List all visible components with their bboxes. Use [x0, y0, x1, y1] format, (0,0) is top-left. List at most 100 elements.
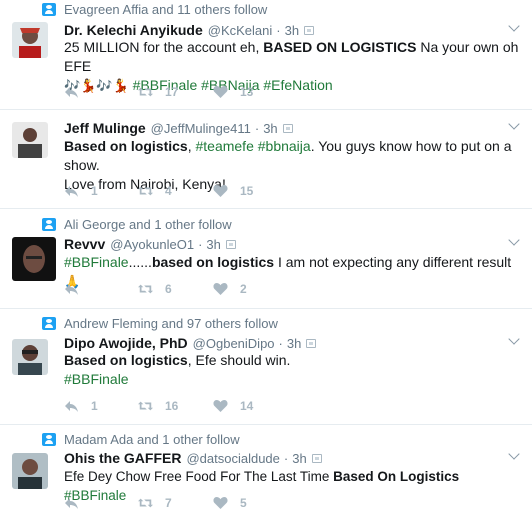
tweet-text-part: 25 MILLION for the account eh, [64, 39, 264, 55]
separator-dot: · [276, 22, 281, 38]
media-icon [311, 453, 322, 463]
tweet-time[interactable]: 3h [287, 336, 301, 351]
tweet[interactable]: Jeff Mulinge @JeffMulinge411 · 3h Based … [0, 110, 532, 209]
avatar-image [12, 122, 48, 158]
user-fullname[interactable]: Revvv [64, 236, 105, 252]
like-count: 5 [240, 496, 247, 510]
tweet-actions: 1 16 14 [64, 398, 283, 414]
avatar[interactable] [12, 339, 48, 375]
retweet-button[interactable]: 16 [138, 399, 213, 413]
user-handle[interactable]: @JeffMulinge411 [151, 121, 251, 136]
user-fullname[interactable]: Ohis the GAFFER [64, 450, 181, 466]
tweet-header: Dr. Kelechi Anyikude @KcKelani · 3h [64, 22, 315, 38]
like-button[interactable]: 14 [213, 399, 283, 413]
tweet-actions: 1 4 15 [64, 183, 283, 199]
tweet-text-part: ...... [128, 254, 152, 270]
retweet-count: 17 [165, 85, 179, 99]
separator-dot: · [278, 335, 283, 351]
retweet-count: 6 [165, 282, 172, 296]
user-handle[interactable]: @OgbeniDipo [193, 336, 275, 351]
tweet-time[interactable]: 3h [263, 121, 277, 136]
tweet[interactable]: Evagreen Affia and 11 others follow Dr. … [0, 0, 532, 110]
tweet-text-part: I am not expecting any different result [274, 254, 512, 270]
media-icon [304, 25, 315, 35]
social-context: Evagreen Affia and 11 others follow [42, 1, 267, 17]
tweet[interactable]: Andrew Fleming and 97 others follow Dipo… [0, 309, 532, 425]
retweet-button[interactable]: 4 [138, 184, 213, 198]
reply-button[interactable] [64, 85, 138, 99]
reply-icon [65, 186, 78, 197]
tweet-text-bold: BASED ON LOGISTICS [263, 39, 417, 55]
social-context-text[interactable]: Evagreen Affia and 11 others follow [64, 2, 267, 17]
avatar[interactable] [12, 122, 48, 158]
reply-button[interactable] [64, 282, 138, 296]
reply-button[interactable] [64, 496, 138, 510]
chevron-down-icon[interactable] [508, 234, 520, 246]
tweet-header: Dipo Awojide, PhD @OgbeniDipo · 3h [64, 335, 317, 351]
social-context-text[interactable]: Andrew Fleming and 97 others follow [64, 316, 278, 331]
user-fullname[interactable]: Dipo Awojide, PhD [64, 335, 188, 351]
heart-icon [213, 86, 228, 98]
reply-count: 1 [91, 184, 98, 198]
user-fullname[interactable]: Jeff Mulinge [64, 120, 146, 136]
tweet-text-part: , Efe should win. [187, 352, 291, 368]
like-button[interactable]: 2 [213, 282, 283, 296]
heart-icon [213, 497, 228, 509]
chevron-down-icon[interactable] [508, 118, 520, 130]
tweet-actions: 7 5 [64, 495, 283, 511]
hashtag-link[interactable]: #teamefe [195, 138, 253, 154]
tweet-time[interactable]: 3h [285, 23, 299, 38]
like-button[interactable]: 13 [213, 85, 283, 99]
user-handle[interactable]: @datsocialdude [186, 451, 279, 466]
hashtag-link[interactable]: #bbnaija [258, 138, 311, 154]
chevron-down-icon[interactable] [508, 333, 520, 345]
retweet-icon [138, 87, 153, 97]
avatar[interactable] [12, 22, 48, 58]
tweet[interactable]: Madam Ada and 1 other follow Ohis the GA… [0, 425, 532, 514]
user-handle[interactable]: @AyokunleO1 [110, 237, 194, 252]
user-handle[interactable]: @KcKelani [208, 23, 273, 38]
user-fullname[interactable]: Dr. Kelechi Anyikude [64, 22, 203, 38]
like-button[interactable]: 15 [213, 184, 283, 198]
tweet-text-bold: Based on logistics [64, 352, 188, 368]
follow-icon [42, 2, 56, 16]
separator-dot: · [283, 450, 289, 466]
like-count: 13 [240, 85, 254, 99]
avatar-image [12, 237, 56, 281]
tweet-header: Jeff Mulinge @JeffMulinge411 · 3h [64, 120, 293, 136]
heart-icon [213, 283, 228, 295]
retweet-button[interactable]: 6 [138, 282, 213, 296]
reply-button[interactable]: 1 [64, 399, 138, 413]
retweet-button[interactable]: 17 [138, 85, 213, 99]
hashtag-link[interactable]: #BBFinale [64, 254, 129, 270]
avatar[interactable] [12, 453, 48, 489]
tweet-header: Ohis the GAFFER @datsocialdude · 3h [64, 450, 322, 466]
heart-icon [213, 185, 228, 197]
tweet-header: Revvv @AyokunleO1 · 3h [64, 236, 236, 252]
avatar-image [12, 453, 48, 489]
social-context: Ali George and 1 other follow [42, 216, 232, 232]
chevron-down-icon[interactable] [508, 448, 520, 460]
tweet-text-bold: based on logistics [151, 254, 275, 270]
reply-button[interactable]: 1 [64, 184, 138, 198]
social-context-text[interactable]: Ali George and 1 other follow [64, 217, 232, 232]
tweet[interactable]: Ali George and 1 other follow Revvv @Ayo… [0, 209, 532, 309]
retweet-icon [138, 401, 153, 411]
tweet-text: Based on logistics, Efe should win. #BBF… [64, 351, 522, 389]
retweet-icon [138, 498, 153, 508]
social-context-text[interactable]: Madam Ada and 1 other follow [64, 432, 240, 447]
avatar-image [12, 22, 48, 58]
social-context: Madam Ada and 1 other follow [42, 431, 240, 447]
tweet-time[interactable]: 3h [206, 237, 220, 252]
tweet-time[interactable]: 3h [292, 451, 306, 466]
retweet-count: 16 [165, 399, 179, 413]
avatar[interactable] [12, 237, 56, 281]
hashtag-link[interactable]: #BBFinale [64, 371, 129, 387]
retweet-icon [138, 186, 153, 196]
retweet-button[interactable]: 7 [138, 496, 213, 510]
chevron-down-icon[interactable] [508, 20, 520, 32]
media-icon [225, 239, 236, 249]
retweet-icon [138, 284, 153, 294]
follow-icon [42, 432, 56, 446]
like-button[interactable]: 5 [213, 496, 283, 510]
